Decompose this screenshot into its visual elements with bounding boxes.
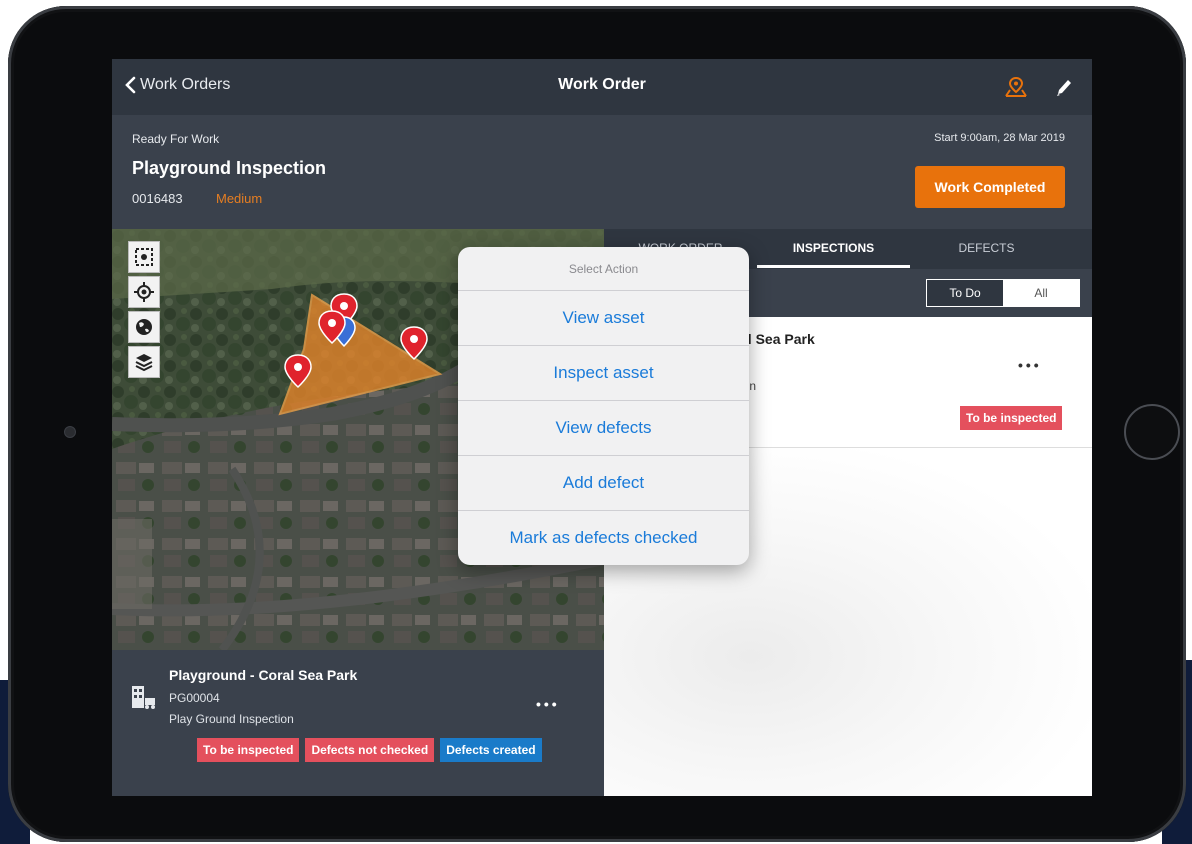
asset-card[interactable]: Playground - Coral Sea Park PG00004 Play… (112, 650, 604, 796)
filter-segmented-control: To Do All (926, 279, 1080, 307)
action-view-defects[interactable]: View defects (458, 401, 749, 456)
select-area-icon[interactable] (128, 241, 160, 273)
start-time: Start 9:00am, 28 Mar 2019 (934, 132, 1065, 144)
asset-code: PG00004 (169, 691, 220, 705)
active-tab-indicator (757, 265, 910, 268)
action-add-defect[interactable]: Add defect (458, 456, 749, 511)
work-completed-button[interactable]: Work Completed (915, 166, 1065, 208)
list-item-title: al Sea Park (740, 331, 815, 347)
popover-title: Select Action (458, 247, 749, 291)
layers-icon[interactable] (128, 346, 160, 378)
filter-todo[interactable]: To Do (927, 280, 1003, 306)
work-order-header: Ready For Work Playground Inspection 001… (112, 115, 1092, 229)
map-toolbar (128, 241, 160, 381)
globe-icon[interactable] (128, 311, 160, 343)
pencil-icon[interactable] (1055, 77, 1073, 102)
select-action-popover: Select Action View asset Inspect asset V… (458, 247, 749, 565)
badge-to-be-inspected: To be inspected (197, 738, 300, 762)
badge-defects-not-checked: Defects not checked (305, 738, 435, 762)
action-mark-defects-checked[interactable]: Mark as defects checked (458, 511, 749, 565)
action-view-asset[interactable]: View asset (458, 291, 749, 346)
list-item-more-button[interactable]: ••• (1018, 357, 1042, 373)
more-options-button[interactable]: ••• (536, 696, 560, 712)
locate-icon[interactable] (128, 276, 160, 308)
home-button[interactable] (1124, 404, 1180, 460)
action-inspect-asset[interactable]: Inspect asset (458, 346, 749, 401)
nav-title: Work Order (558, 76, 646, 93)
map-pin-icon[interactable] (1005, 76, 1027, 102)
asset-name: Playground - Coral Sea Park (169, 667, 358, 683)
tab-inspections[interactable]: INSPECTIONS (757, 241, 910, 255)
tab-defects[interactable]: DEFECTS (910, 241, 1063, 255)
nav-bar: Work Orders Work Order (112, 59, 1092, 115)
asset-badges: To be inspected Defects not checked Defe… (197, 738, 542, 762)
priority-label: Medium (216, 191, 263, 206)
status-label: Ready For Work (132, 132, 220, 146)
work-order-title: Playground Inspection (132, 158, 327, 178)
filter-all[interactable]: All (1003, 280, 1079, 306)
badge-defects-created: Defects created (440, 738, 542, 762)
badge-to-be-inspected: To be inspected (960, 406, 1063, 430)
building-icon (130, 684, 156, 715)
asset-inspection-type: Play Ground Inspection (169, 712, 294, 726)
work-order-number: 0016483 (132, 191, 183, 206)
camera (64, 426, 76, 438)
app-screen: Work Orders Work Order Ready For Work Pl… (112, 59, 1092, 796)
